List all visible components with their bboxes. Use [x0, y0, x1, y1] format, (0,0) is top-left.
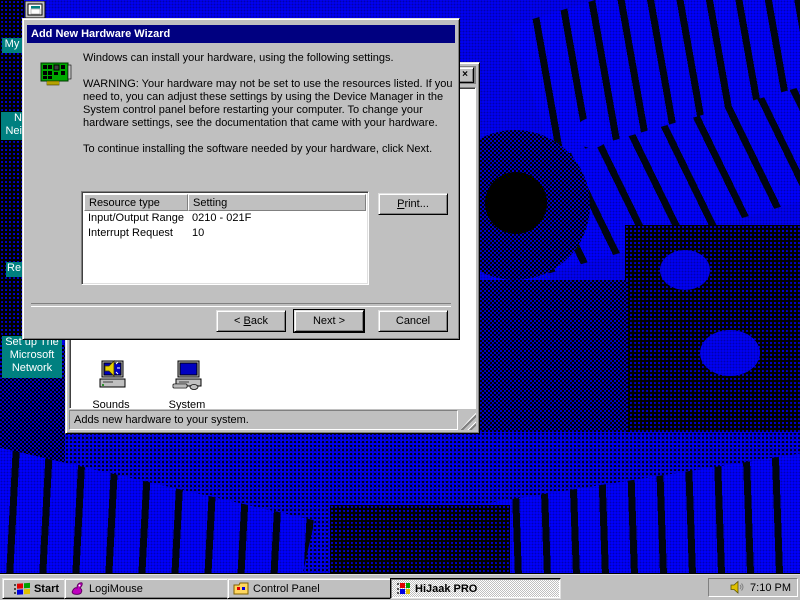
task-label: HiJaak PRO [415, 583, 477, 595]
desktop-label-text: Re [7, 262, 21, 274]
windows-logo-icon [14, 582, 30, 596]
desktop-label-text: Nei [1, 125, 22, 138]
volume-icon[interactable] [730, 580, 745, 595]
cell-setting: 0210 - 021F [188, 211, 366, 226]
wizard-titlebar[interactable]: Add New Hardware Wizard [27, 25, 455, 43]
desktop-label-text: Network [2, 362, 62, 375]
wallpaper-highlight [660, 250, 710, 290]
add-new-hardware-wizard-dialog: Add New Hardware Wizard Windows can inst… [22, 18, 460, 340]
desktop-label-msn-setup[interactable]: Set up The Microsoft Network [2, 336, 62, 378]
control-panel-statusbar: Adds new hardware to your system. [69, 410, 476, 430]
system-tray: 7:10 PM [708, 578, 798, 597]
task-button-hijaak-pro[interactable]: HiJaak PRO [390, 578, 561, 599]
control-panel-folder-icon [233, 582, 249, 595]
logimouse-icon [70, 581, 85, 596]
start-button[interactable]: Start [2, 578, 71, 599]
desktop-label-my-computer[interactable]: My [2, 38, 22, 53]
wallpaper-highlight [575, 118, 609, 148]
desktop-label-text: My [5, 38, 20, 50]
wallpaper-highlight [700, 330, 760, 376]
cell-setting: 10 [188, 226, 366, 241]
hijaak-pro-icon [396, 582, 411, 596]
hardware-card-icon [39, 57, 73, 94]
next-button[interactable]: Next > [294, 310, 364, 332]
print-button[interactable]: Print... [378, 193, 448, 215]
status-text: Adds new hardware to your system. [74, 414, 249, 426]
back-button[interactable]: < Back [216, 310, 286, 332]
resize-grip[interactable] [460, 412, 476, 430]
task-label: Control Panel [253, 583, 320, 595]
sounds-icon [94, 360, 128, 394]
wizard-warning: WARNING: Your hardware may not be set to… [83, 78, 463, 130]
resource-table[interactable]: Resource type Setting Input/Output Range… [81, 191, 369, 285]
taskbar: Start LogiMouse Control Panel [0, 574, 800, 600]
table-row[interactable]: Input/Output Range 0210 - 021F [84, 211, 366, 226]
tray-clock[interactable]: 7:10 PM [750, 582, 791, 594]
task-label: LogiMouse [89, 583, 143, 595]
task-button-control-panel[interactable]: Control Panel [227, 578, 398, 599]
resource-table-header: Resource type Setting [84, 194, 366, 211]
wallpaper-patch [330, 505, 510, 575]
desktop-label-network-neighborhood[interactable]: N Nei [1, 112, 23, 140]
wizard-intro: Windows can install your hardware, using… [83, 52, 463, 65]
desktop-label-recycle-bin[interactable]: Re [6, 262, 23, 277]
wizard-body-text: Windows can install your hardware, using… [83, 52, 463, 169]
desktop-label-text: Microsoft [2, 349, 62, 362]
table-row[interactable]: Interrupt Request 10 [84, 226, 366, 241]
cell-resource: Input/Output Range [84, 211, 188, 226]
status-text-pane: Adds new hardware to your system. [69, 410, 458, 430]
column-header-setting[interactable]: Setting [188, 194, 366, 211]
wizard-continue: To continue installing the software need… [83, 143, 463, 156]
cancel-button[interactable]: Cancel [378, 310, 448, 332]
cell-resource: Interrupt Request [84, 226, 188, 241]
wizard-title: Add New Hardware Wizard [31, 28, 170, 40]
control-panel-item-sounds[interactable]: Sounds [86, 360, 136, 411]
column-header-resource-type[interactable]: Resource type [84, 194, 188, 211]
wallpaper-speaker-core [485, 172, 547, 234]
system-icon [170, 360, 204, 394]
control-panel-item-system[interactable]: System [162, 360, 212, 411]
desktop-label-text: N [1, 112, 22, 125]
separator [31, 303, 451, 307]
task-button-logimouse[interactable]: LogiMouse [64, 578, 235, 599]
desktop: My N Nei Re Set up The Microsoft Network… [0, 0, 800, 600]
start-label: Start [34, 583, 59, 595]
